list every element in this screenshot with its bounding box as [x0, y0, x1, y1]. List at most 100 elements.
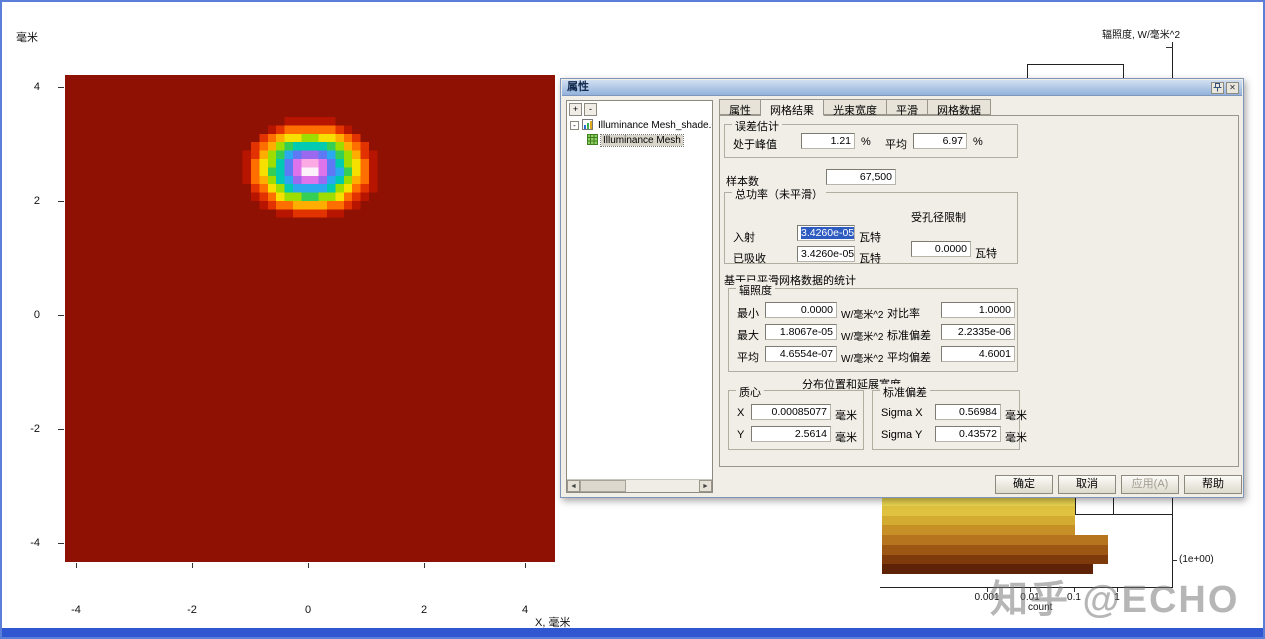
- irradiance-group: 辐照度 最小 0.0000 W/毫米^2 对比率 1.0000 最大 1.806…: [728, 288, 1018, 372]
- mesh-y-tickmark: [58, 315, 64, 316]
- histogram-title: 辐照度, W/毫米^2: [1102, 26, 1180, 41]
- scroll-right-icon[interactable]: ►: [699, 480, 712, 492]
- avg-error-field[interactable]: 6.97: [913, 133, 967, 149]
- absorbed-field[interactable]: 3.4260e-05: [797, 246, 855, 262]
- scroll-left-icon[interactable]: ◄: [567, 480, 580, 492]
- sigma-x-unit: 毫米: [1005, 407, 1027, 423]
- cancel-button[interactable]: 取消: [1058, 475, 1116, 494]
- irr-max-label: 最大: [737, 327, 759, 343]
- mesh-x-tick: -4: [61, 604, 91, 616]
- peak-error-field[interactable]: 1.21: [801, 133, 855, 149]
- tab-beam-width[interactable]: 光束宽度: [824, 99, 887, 115]
- histogram-bars: [882, 496, 1174, 574]
- peak-error-label: 处于峰值: [733, 136, 777, 152]
- contrast-field[interactable]: 1.0000: [941, 302, 1015, 318]
- ok-button[interactable]: 确定: [995, 475, 1053, 494]
- dialog-titlebar[interactable]: 属性: [562, 80, 1242, 96]
- mesh-y-tick: 2: [10, 195, 40, 207]
- dialog-title: 属性: [567, 81, 589, 93]
- mesh-x-tickmark: [308, 563, 309, 568]
- histogram-right-tickmark: [1172, 560, 1177, 561]
- sigma-y-field[interactable]: 0.43572: [935, 426, 1001, 442]
- histogram-bar: [882, 525, 1075, 535]
- sigma-group-title: 标准偏差: [880, 384, 930, 400]
- mesh-icon: [587, 134, 598, 148]
- centroid-x-label: X: [737, 407, 744, 419]
- absorbed-unit: 瓦特: [859, 250, 881, 266]
- mesh-y-tick: -2: [10, 423, 40, 435]
- mesh-x-tick: 0: [293, 604, 323, 616]
- pin-icon[interactable]: [1211, 82, 1224, 94]
- total-power-group: 总功率（未平滑） 入射 3.4260e-05 瓦特 受孔径限制 已吸收 3.42…: [724, 192, 1018, 264]
- selected-text: 3.4260e-05: [801, 227, 854, 239]
- irr-min-label: 最小: [737, 305, 759, 321]
- incident-field[interactable]: 3.4260e-05: [797, 225, 855, 241]
- tree-item-mesh[interactable]: Illuminance Mesh: [587, 134, 683, 147]
- mesh-x-tickmark: [76, 563, 77, 568]
- mesh-x-tickmark: [525, 563, 526, 568]
- mesh-y-tickmark: [58, 201, 64, 202]
- irradiance-group-title: 辐照度: [736, 282, 775, 298]
- scrollbar-thumb[interactable]: [580, 480, 626, 492]
- centroid-x-field[interactable]: 0.00085077: [751, 404, 831, 420]
- irr-min-unit: W/毫米^2: [841, 306, 883, 321]
- tree-expander-icon[interactable]: -: [570, 121, 579, 130]
- mesh-x-tick: 2: [409, 604, 439, 616]
- help-button[interactable]: 帮助: [1184, 475, 1242, 494]
- mesh-x-tickmark: [424, 563, 425, 568]
- histogram-right-axis-tick-label: (1e+00): [1179, 554, 1214, 565]
- incident-label: 入射: [733, 229, 755, 245]
- tab-mesh-results[interactable]: 网格结果: [761, 99, 824, 116]
- error-group-title: 误差估计: [732, 118, 782, 134]
- stddev-label: 标准偏差: [887, 327, 931, 343]
- sigma-x-field[interactable]: 0.56984: [935, 404, 1001, 420]
- app-window: 毫米 4 2 0 -2 -4 -4 -2 0 2 4 X, 毫米 辐照度, W/…: [0, 0, 1265, 639]
- aperture-field[interactable]: 0.0000: [911, 241, 971, 257]
- irr-max-unit: W/毫米^2: [841, 328, 883, 343]
- apply-button[interactable]: 应用(A): [1121, 475, 1179, 494]
- tree-h-scrollbar[interactable]: ◄ ►: [567, 479, 712, 492]
- mesh-y-tick: 4: [10, 81, 40, 93]
- histogram-bar: [882, 535, 1108, 545]
- bottom-bar: [2, 628, 1263, 637]
- irr-min-field[interactable]: 0.0000: [765, 302, 837, 318]
- mesh-y-axis-title: 毫米: [16, 29, 38, 45]
- tab-strip: 属性 网格结果 光束宽度 平滑 网格数据: [719, 99, 991, 116]
- histogram-bar: [882, 555, 1108, 565]
- avg-error-label: 平均: [885, 136, 907, 152]
- histogram-bar: [882, 506, 1075, 516]
- absorbed-label: 已吸收: [733, 250, 766, 266]
- histogram-frame-line: [1114, 514, 1172, 515]
- tree-item-chart[interactable]: - Illuminance Mesh_shade.Chart-: [570, 119, 713, 132]
- mesh-y-tick: 0: [10, 309, 40, 321]
- power-group-title: 总功率（未平滑）: [732, 186, 826, 202]
- tab-mesh-data[interactable]: 网格数据: [928, 99, 991, 115]
- aperture-limited-label: 受孔径限制: [911, 209, 966, 225]
- contrast-label: 对比率: [887, 305, 920, 321]
- watermark: 知乎 @ECHO: [990, 568, 1239, 623]
- sigma-group: 标准偏差 Sigma X 0.56984 毫米 Sigma Y 0.43572 …: [872, 390, 1020, 450]
- illuminance-mesh-heatmap: [65, 75, 555, 562]
- tab-properties[interactable]: 属性: [719, 99, 761, 115]
- error-estimate-group: 误差估计 处于峰值 1.21 % 平均 6.97 %: [724, 124, 1018, 158]
- tree-collapse-all-button[interactable]: -: [584, 103, 597, 116]
- samples-field[interactable]: 67,500: [826, 169, 896, 185]
- mesh-y-tickmark: [58, 87, 64, 88]
- histogram-right-axis-tickmark: [1166, 47, 1173, 48]
- centroid-x-unit: 毫米: [835, 407, 857, 423]
- tree-expand-all-button[interactable]: +: [569, 103, 582, 116]
- irr-avg-field[interactable]: 4.6554e-07: [765, 346, 837, 362]
- close-icon[interactable]: ✕: [1226, 82, 1239, 94]
- aperture-unit: 瓦特: [975, 245, 997, 261]
- sigma-y-label: Sigma Y: [881, 429, 922, 441]
- avgdev-field[interactable]: 4.6001: [941, 346, 1015, 362]
- centroid-y-unit: 毫米: [835, 429, 857, 445]
- tree-item-label: Illuminance Mesh: [601, 135, 683, 146]
- centroid-group-title: 质心: [736, 384, 764, 400]
- tab-smoothing[interactable]: 平滑: [887, 99, 928, 115]
- mesh-results-panel: 误差估计 处于峰值 1.21 % 平均 6.97 % 样本数 67,500 总功…: [719, 115, 1239, 467]
- stddev-field[interactable]: 2.2335e-06: [941, 324, 1015, 340]
- irr-max-field[interactable]: 1.8067e-05: [765, 324, 837, 340]
- mesh-x-tick: -2: [177, 604, 207, 616]
- centroid-y-field[interactable]: 2.5614: [751, 426, 831, 442]
